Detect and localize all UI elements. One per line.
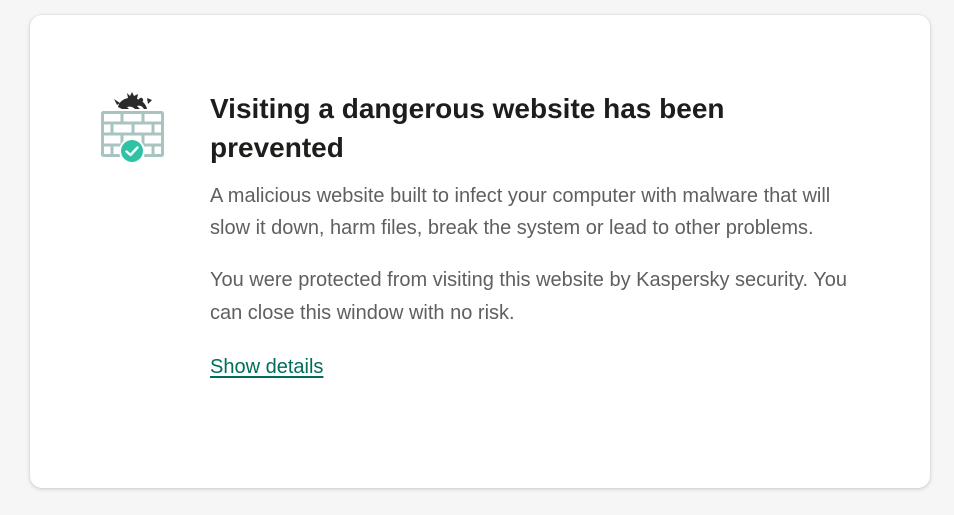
warning-card: Visiting a dangerous website has been pr… — [30, 15, 930, 488]
protection-message: You were protected from visiting this we… — [210, 269, 847, 324]
malware-creature-icon — [114, 92, 152, 109]
threat-description: A malicious website built to infect your… — [210, 185, 831, 239]
check-badge-icon — [119, 138, 145, 164]
firewall-shield-check-icon — [100, 85, 166, 167]
message-content: Visiting a dangerous website has been pr… — [210, 89, 860, 380]
page-title: Visiting a dangerous website has been pr… — [210, 93, 725, 163]
show-details-link[interactable]: Show details — [210, 354, 323, 380]
